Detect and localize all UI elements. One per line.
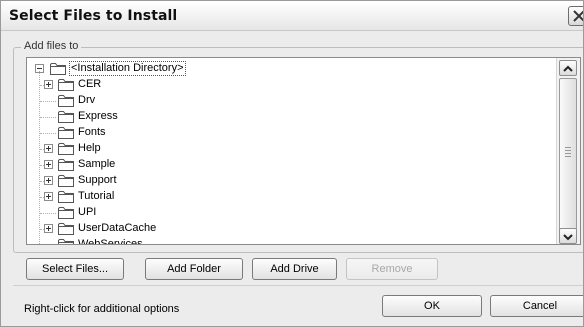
tree-item-label[interactable]: Drv bbox=[78, 94, 95, 107]
scroll-up-button[interactable] bbox=[559, 60, 577, 76]
tree-item[interactable]: Sample bbox=[44, 157, 251, 173]
tree-item-label[interactable]: WebServices bbox=[78, 238, 143, 244]
tree-item[interactable]: CER bbox=[44, 77, 251, 93]
folder-icon bbox=[58, 143, 74, 155]
tree-item-label[interactable]: UserDataCache bbox=[78, 222, 156, 235]
scroll-down-arrow-icon bbox=[563, 234, 573, 241]
folder-icon bbox=[58, 159, 74, 171]
tree-item-label[interactable]: UPI bbox=[78, 206, 96, 219]
folder-icon bbox=[58, 207, 74, 219]
tree-connector-line bbox=[39, 71, 40, 244]
tree-root-label[interactable]: <Installation Directory> bbox=[69, 61, 186, 76]
folder-icon bbox=[58, 175, 74, 187]
add-drive-button[interactable]: Add Drive bbox=[252, 258, 337, 280]
scroll-grip-icon bbox=[565, 147, 571, 159]
tree-item[interactable]: Fonts bbox=[51, 125, 251, 141]
tree-item[interactable]: Support bbox=[44, 173, 251, 189]
close-button[interactable] bbox=[568, 6, 583, 26]
scroll-thumb[interactable] bbox=[559, 78, 577, 230]
folder-icon bbox=[58, 239, 74, 244]
ok-button[interactable]: OK bbox=[382, 295, 482, 317]
scroll-up-arrow-icon bbox=[563, 65, 573, 72]
tree-item[interactable]: Help bbox=[44, 141, 251, 157]
expand-toggle-icon[interactable] bbox=[44, 224, 53, 233]
folder-tree[interactable]: <Installation Directory> CER Drv Express Fo… bbox=[26, 57, 581, 245]
tree-item[interactable]: UPI bbox=[51, 205, 251, 221]
add-folder-button[interactable]: Add Folder bbox=[145, 258, 243, 280]
tree-item-label[interactable]: Fonts bbox=[78, 126, 106, 139]
folder-icon bbox=[58, 79, 74, 91]
folder-icon bbox=[58, 127, 74, 139]
folder-icon bbox=[58, 111, 74, 123]
tree-item-label[interactable]: Sample bbox=[78, 158, 115, 171]
scroll-down-button[interactable] bbox=[559, 228, 577, 244]
expand-toggle-icon[interactable] bbox=[44, 80, 53, 89]
tree-item-label[interactable]: CER bbox=[78, 78, 101, 91]
tree-viewport: <Installation Directory> CER Drv Express Fo… bbox=[27, 58, 556, 244]
tree-item[interactable]: Express bbox=[51, 109, 251, 125]
tree-item-label[interactable]: Tutorial bbox=[78, 190, 114, 203]
title-bar: Select Files to Install bbox=[1, 1, 583, 31]
folder-icon bbox=[58, 223, 74, 235]
tree-item[interactable]: Tutorial bbox=[44, 189, 251, 205]
expand-toggle-icon[interactable] bbox=[44, 176, 53, 185]
tree-item-label[interactable]: Help bbox=[78, 142, 101, 155]
tree-root-node[interactable]: <Installation Directory> bbox=[35, 61, 235, 77]
footer-separator bbox=[13, 285, 583, 286]
tree-item[interactable]: Drv bbox=[51, 93, 251, 109]
dialog-title: Select Files to Install bbox=[9, 8, 178, 24]
cancel-button[interactable]: Cancel bbox=[490, 295, 583, 317]
select-files-button[interactable]: Select Files... bbox=[26, 258, 124, 280]
right-click-hint: Right-click for additional options bbox=[24, 303, 180, 315]
remove-button[interactable]: Remove bbox=[346, 258, 438, 280]
folder-icon bbox=[58, 95, 74, 107]
group-label: Add files to bbox=[21, 40, 82, 52]
close-icon bbox=[573, 10, 583, 22]
vertical-scrollbar[interactable] bbox=[556, 58, 580, 244]
folder-icon bbox=[58, 191, 74, 203]
expand-toggle-icon[interactable] bbox=[44, 144, 53, 153]
tree-item[interactable]: WebServices bbox=[51, 237, 251, 244]
tree-item[interactable]: UserDataCache bbox=[44, 221, 251, 237]
folder-icon bbox=[50, 63, 66, 75]
expand-toggle-icon[interactable] bbox=[44, 160, 53, 169]
tree-item-label[interactable]: Express bbox=[78, 110, 118, 123]
expand-toggle-icon[interactable] bbox=[44, 192, 53, 201]
select-files-dialog: Select Files to Install Add files to <In… bbox=[0, 0, 584, 327]
tree-item-label[interactable]: Support bbox=[78, 174, 117, 187]
